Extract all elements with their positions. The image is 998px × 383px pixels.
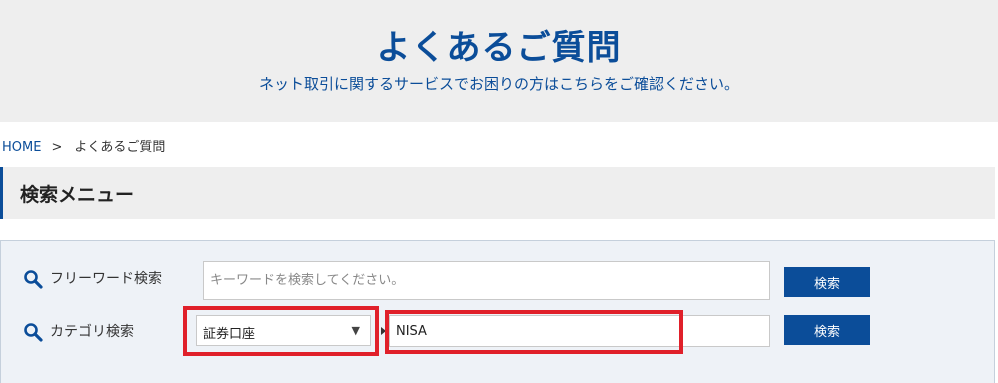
category-select-value: 証券口座 [203,327,256,342]
breadcrumb-current: よくあるご質問 [74,140,166,155]
category-search-button[interactable]: 検索 [784,315,870,345]
section-title: 検索メニュー [20,184,135,206]
subcategory-input[interactable] [389,315,770,347]
section-heading: 検索メニュー [0,167,995,219]
search-icon [24,270,43,289]
breadcrumb-separator: > [51,140,63,155]
breadcrumb-home-link[interactable]: HOME [2,140,41,155]
page-subtitle: ネット取引に関するサービスでお困りの方はこちらをご確認ください。 [258,75,739,93]
category-search-label-text: カテゴリ検索 [50,324,134,340]
search-panel: フリーワード検索 検索 カテゴリ検索 証券口座 ▼ 検索 [0,240,995,383]
search-icon [24,323,43,342]
arrow-right-icon [381,327,386,335]
chevron-down-icon: ▼ [351,324,360,337]
page-title: よくあるご質問 [376,28,622,68]
breadcrumb: HOME > よくあるご質問 [2,136,165,155]
freeword-search-button[interactable]: 検索 [784,267,870,297]
freeword-search-input[interactable] [203,261,770,300]
freeword-search-label-text: フリーワード検索 [50,271,162,287]
category-select[interactable]: 証券口座 ▼ [196,315,371,346]
page-hero: よくあるご質問 ネット取引に関するサービスでお困りの方はこちらをご確認ください。 [0,0,998,122]
